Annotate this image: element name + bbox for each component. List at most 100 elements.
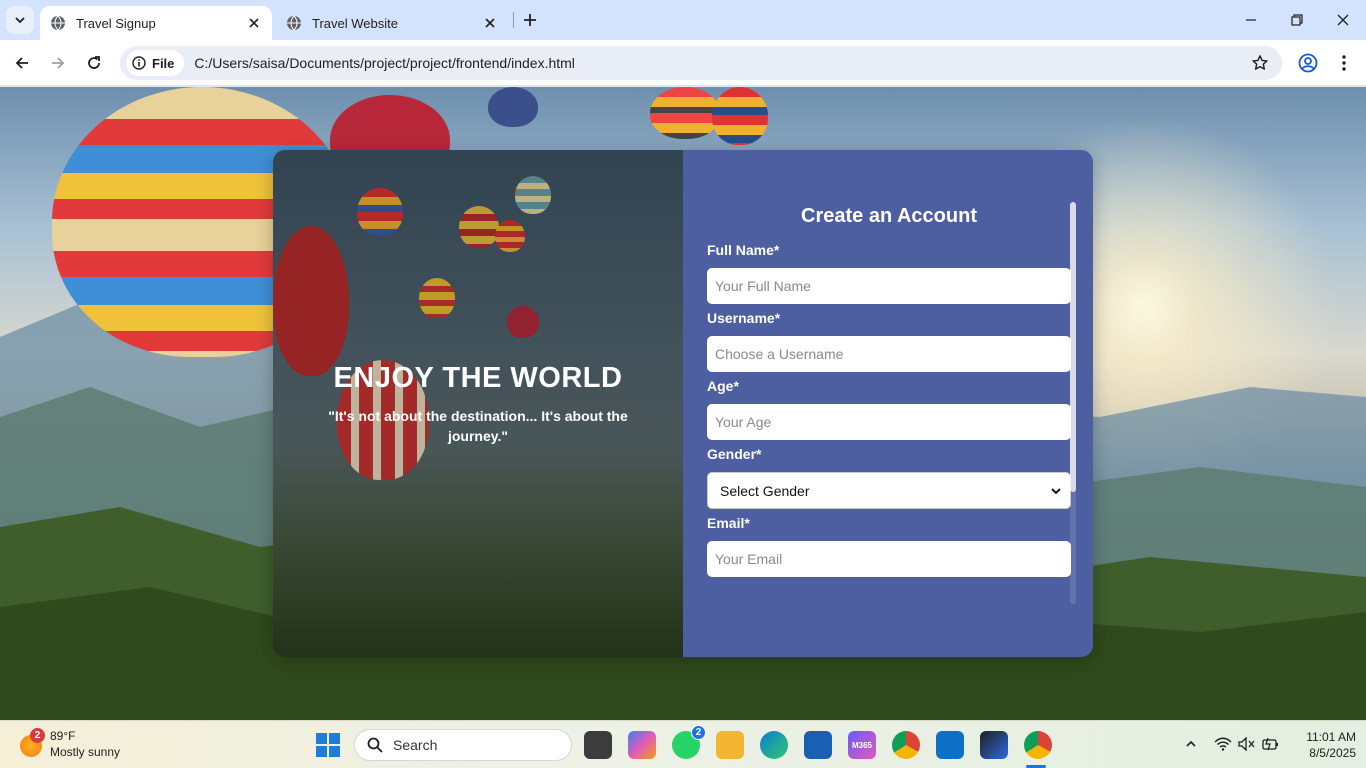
signup-card: ENJOY THE WORLD "It's not about the dest… — [273, 150, 1093, 657]
age-label: Age* — [707, 378, 739, 394]
browser-toolbar: File C:/Users/saisa/Documents/project/pr… — [0, 40, 1366, 86]
star-icon — [1252, 55, 1268, 70]
speaker-mute-icon — [1238, 737, 1255, 751]
plus-icon — [524, 14, 536, 26]
store-icon[interactable] — [804, 731, 832, 759]
close-icon — [485, 18, 495, 28]
arrow-left-icon — [15, 57, 28, 69]
close-tab-button[interactable] — [480, 13, 500, 33]
chevron-down-icon — [15, 17, 25, 24]
hero-overlay — [273, 150, 683, 657]
balloon-decoration — [488, 87, 538, 127]
battery-icon[interactable] — [1260, 733, 1282, 755]
close-icon — [249, 18, 259, 28]
tab-strip: Travel Signup Travel Website — [0, 0, 1366, 40]
restore-icon — [1291, 14, 1303, 26]
taskbar-search[interactable]: Search — [354, 729, 572, 761]
wifi-icon[interactable] — [1212, 733, 1234, 755]
email-label: Email* — [707, 515, 750, 531]
search-label: Search — [393, 737, 438, 753]
browser-menu-button[interactable] — [1330, 49, 1358, 77]
minimize-icon — [1246, 19, 1256, 21]
forward-button[interactable] — [44, 49, 72, 77]
back-button[interactable] — [8, 49, 36, 77]
battery-plug-icon — [1262, 737, 1278, 751]
account-icon — [1298, 53, 1318, 73]
page-viewport: ENJOY THE WORLD "It's not about the dest… — [0, 87, 1366, 720]
signup-form: Create an Account Full Name* Username* A… — [707, 202, 1071, 604]
file-explorer-icon[interactable] — [716, 731, 744, 759]
weather-temperature: 89°F — [50, 729, 76, 743]
wifi-icon-glyph — [1214, 737, 1232, 751]
form-scrollbar-thumb[interactable] — [1070, 202, 1076, 492]
volume-muted-icon[interactable] — [1236, 733, 1258, 755]
hero-title: ENJOY THE WORLD — [333, 362, 623, 394]
address-bar[interactable]: File C:/Users/saisa/Documents/project/pr… — [120, 46, 1282, 80]
new-tab-button[interactable] — [518, 8, 542, 32]
hero-quote: "It's not about the destination... It's … — [328, 408, 628, 444]
chevron-up-icon — [1186, 740, 1196, 747]
taskbar: 2 89°F Mostly sunny Search 2 M365 11:01 … — [0, 720, 1366, 768]
tab-search-button[interactable] — [6, 6, 34, 34]
arrow-right-icon — [52, 57, 65, 69]
site-chip-label: File — [152, 55, 175, 71]
chrome-active-icon[interactable] — [1024, 731, 1052, 759]
start-button[interactable] — [316, 733, 340, 757]
search-icon — [367, 737, 383, 753]
globe-icon — [51, 15, 65, 31]
form-panel: Create an Account Full Name* Username* A… — [683, 150, 1093, 657]
url-text[interactable]: C:/Users/saisa/Documents/project/project… — [194, 55, 575, 71]
email-input[interactable] — [707, 541, 1071, 577]
vscode-icon[interactable] — [936, 731, 964, 759]
bookmark-button[interactable] — [1248, 51, 1272, 75]
age-input[interactable] — [707, 404, 1071, 440]
minimize-button[interactable] — [1228, 6, 1274, 34]
hero-panel: ENJOY THE WORLD "It's not about the dest… — [273, 150, 683, 657]
webstorm-icon[interactable] — [980, 731, 1008, 759]
balloon-decoration — [712, 87, 768, 145]
m365-label: M365 — [851, 740, 872, 750]
close-tab-button[interactable] — [244, 13, 264, 33]
site-info-chip[interactable]: File — [126, 50, 185, 76]
gender-select-value: Select Gender — [720, 482, 810, 499]
form-title: Create an Account — [801, 205, 977, 227]
system-clock[interactable]: 11:01 AM 8/5/2025 — [1286, 729, 1356, 761]
gender-select[interactable]: Select Gender — [707, 472, 1071, 509]
full-name-input[interactable] — [707, 268, 1071, 304]
username-label: Username* — [707, 310, 781, 326]
task-view-icon[interactable] — [584, 731, 612, 759]
windows-logo-icon-part — [329, 746, 340, 757]
username-input[interactable] — [707, 336, 1071, 372]
tab-travel-website[interactable]: Travel Website — [276, 6, 508, 40]
balloon-decoration — [650, 87, 720, 139]
chrome-icon[interactable] — [892, 731, 920, 759]
tab-separator — [513, 12, 514, 28]
close-icon — [1337, 14, 1349, 26]
whatsapp-icon[interactable]: 2 — [672, 725, 706, 759]
copilot-icon[interactable] — [628, 731, 656, 759]
clock-time: 11:01 AM — [1306, 730, 1356, 744]
tab-title: Travel Signup — [76, 15, 156, 31]
profile-button[interactable] — [1294, 49, 1322, 77]
edge-icon[interactable] — [760, 731, 788, 759]
windows-logo-icon-part — [316, 746, 327, 757]
gender-label: Gender* — [707, 446, 762, 462]
weather-widget[interactable]: 2 89°F Mostly sunny — [18, 727, 148, 763]
windows-logo-icon-part — [329, 733, 340, 744]
reload-icon — [88, 56, 100, 69]
close-window-button[interactable] — [1320, 6, 1366, 34]
chevron-down-icon — [1051, 487, 1061, 494]
reload-button[interactable] — [80, 49, 108, 77]
full-name-label: Full Name* — [707, 242, 780, 258]
form-scrollbar[interactable] — [1070, 202, 1076, 604]
clock-date: 8/5/2025 — [1309, 746, 1356, 760]
windows-logo-icon — [316, 733, 327, 744]
weather-condition: Mostly sunny — [50, 745, 121, 759]
whatsapp-badge: 2 — [691, 725, 706, 740]
restore-button[interactable] — [1274, 6, 1320, 34]
m365-icon[interactable]: M365 — [848, 731, 876, 759]
show-hidden-icons-button[interactable] — [1180, 733, 1202, 755]
more-vertical-icon — [1342, 55, 1346, 71]
tab-travel-signup[interactable]: Travel Signup — [40, 6, 272, 40]
weather-badge: 2 — [30, 728, 45, 743]
